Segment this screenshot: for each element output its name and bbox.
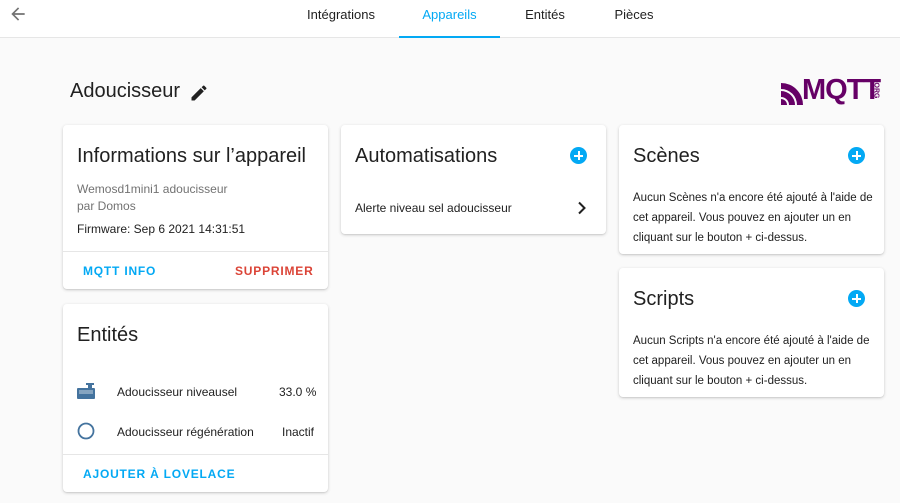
divider <box>63 251 328 252</box>
entity-name: Adoucisseur niveausel <box>117 385 238 399</box>
add-scene-button[interactable] <box>848 147 865 164</box>
automation-item[interactable]: Alerte niveau sel adoucisseur <box>341 195 606 221</box>
water-tank-icon <box>77 383 95 399</box>
add-to-lovelace-button[interactable]: AJOUTER À LOVELACE <box>83 467 235 481</box>
page-title: Adoucisseur <box>70 80 181 102</box>
arrow-left-icon[interactable] <box>8 4 28 24</box>
top-navigation-bar: Intégrations Appareils Entités Pièces <box>0 0 900 38</box>
card-title: Scripts <box>633 288 695 310</box>
scripts-empty-text: Aucun Scripts n'a encore été ajouté à l'… <box>633 335 870 387</box>
divider <box>63 454 328 455</box>
circle-outline-icon <box>77 422 95 440</box>
tab-devices[interactable]: Appareils <box>399 0 500 38</box>
entity-state: Inactif <box>282 425 315 439</box>
entity-state: 33.0 % <box>279 385 317 399</box>
device-info-card: Informations sur l’appareil Wemosd1mini1… <box>63 125 328 289</box>
tab-integrations[interactable]: Intégrations <box>300 0 382 38</box>
automations-card: Automatisations Alerte niveau sel adouci… <box>341 125 606 234</box>
mqtt-logo-text: MQTT <box>802 74 881 106</box>
scenes-card: Scènes Aucun Scènes n'a encore été ajout… <box>619 125 884 254</box>
card-title: Entités <box>77 324 139 346</box>
entities-card: Entités Adoucisseur niveausel 33.0 % Ado… <box>63 304 328 492</box>
scripts-card: Scripts Aucun Scripts n'a encore été ajo… <box>619 268 884 397</box>
card-title: Automatisations <box>355 145 498 167</box>
card-title: Scènes <box>633 145 700 167</box>
pencil-icon[interactable] <box>189 83 209 103</box>
add-automation-button[interactable] <box>570 147 587 164</box>
mqtt-info-button[interactable]: MQTT INFO <box>83 264 156 278</box>
tab-entities[interactable]: Entités <box>515 0 575 38</box>
entity-name: Adoucisseur régénération <box>117 425 254 439</box>
tab-areas[interactable]: Pièces <box>600 0 668 38</box>
entity-row[interactable]: Adoucisseur régénération Inactif <box>63 418 328 444</box>
card-title: Informations sur l’appareil <box>77 145 306 167</box>
device-model: Wemosd1mini1 adoucisseur <box>77 182 228 196</box>
add-script-button[interactable] <box>848 290 865 307</box>
chevron-right-icon <box>578 201 586 215</box>
device-manufacturer: par Domos <box>77 199 136 213</box>
automation-name: Alerte niveau sel adoucisseur <box>355 201 512 215</box>
device-firmware: Firmware: Sep 6 2021 14:31:51 <box>77 222 246 236</box>
entity-row[interactable]: Adoucisseur niveausel 33.0 % <box>63 378 328 404</box>
mqtt-logo: MQTT ORG <box>780 74 888 106</box>
delete-device-button[interactable]: SUPPRIMER <box>235 264 314 278</box>
scenes-empty-text: Aucun Scènes n'a encore été ajouté à l'a… <box>633 192 873 244</box>
mqtt-logo-sub: ORG <box>872 82 880 99</box>
